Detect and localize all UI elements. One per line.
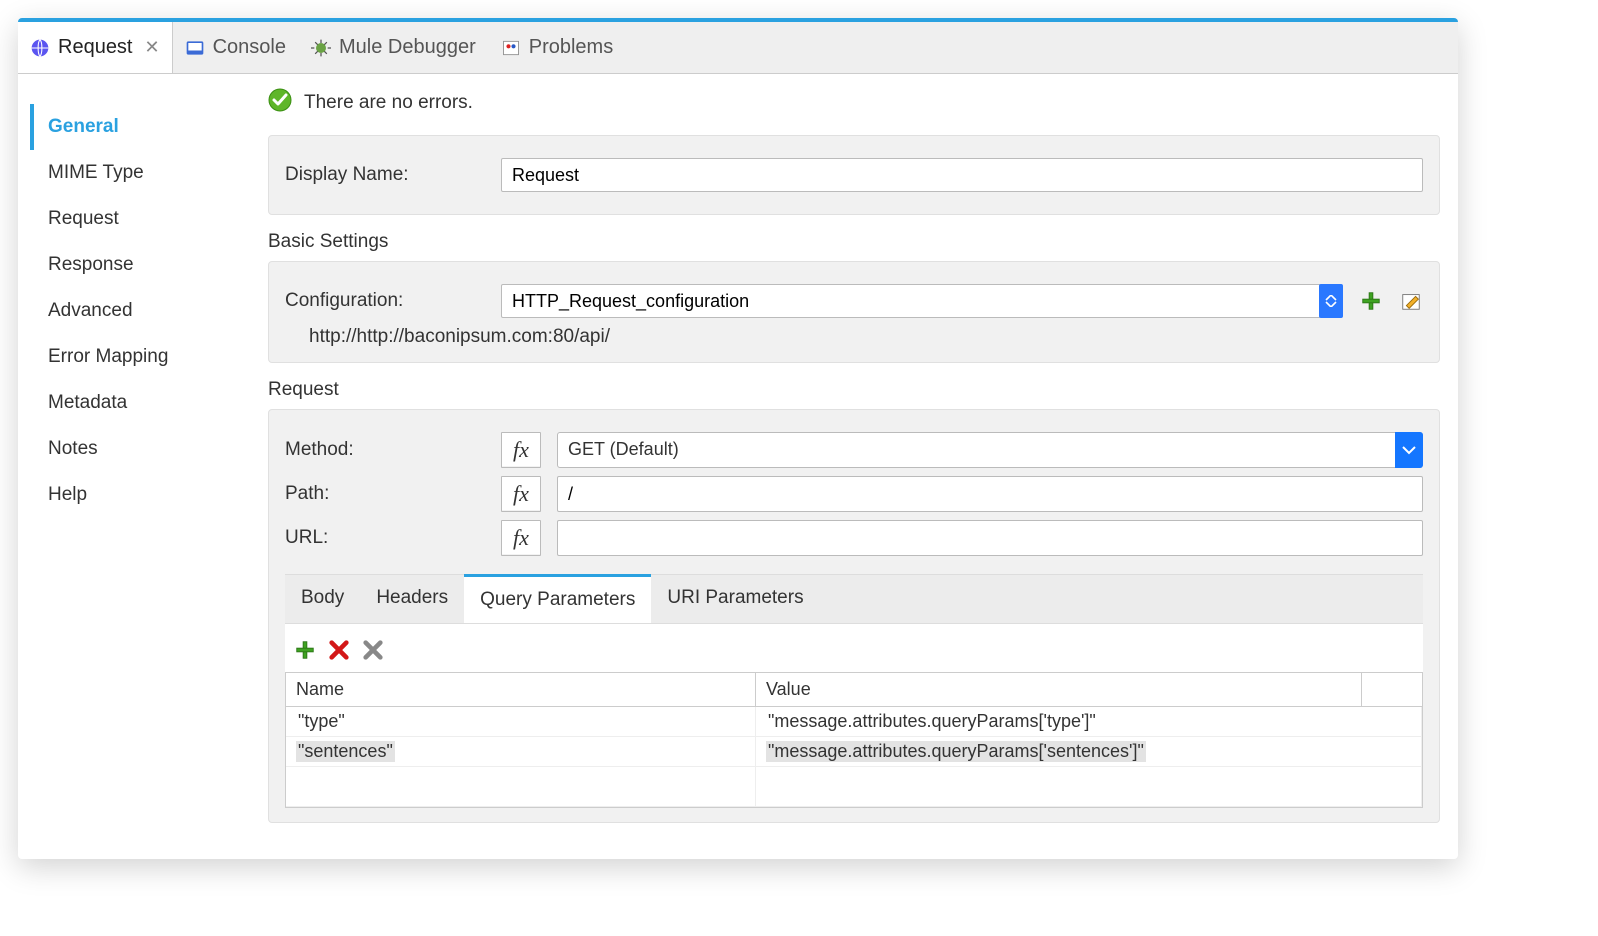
tab-label: Mule Debugger <box>339 36 476 59</box>
table-empty-row <box>286 767 1422 807</box>
edit-configuration-button[interactable] <box>1399 289 1423 313</box>
method-value: GET (Default) <box>557 432 1423 468</box>
request-inner-tabs: Body Headers Query Parameters URI Parame… <box>285 574 1423 624</box>
display-name-group: Display Name: <box>268 135 1440 215</box>
top-tabstrip: Request ✕ Console Mule Debugger Problems <box>18 22 1458 74</box>
method-label: Method: <box>285 439 485 461</box>
sidebar-item-request[interactable]: Request <box>30 196 238 242</box>
param-value[interactable]: "message.attributes.queryParams['type']" <box>766 711 1098 732</box>
configuration-label: Configuration: <box>285 290 485 312</box>
table-row[interactable]: "sentences" "message.attributes.queryPar… <box>286 737 1422 767</box>
success-icon <box>268 88 292 117</box>
sidebar-item-response[interactable]: Response <box>30 242 238 288</box>
clear-params-button[interactable] <box>361 638 385 662</box>
param-value[interactable]: "message.attributes.queryParams['sentenc… <box>766 741 1146 762</box>
inner-tab-body[interactable]: Body <box>285 575 360 623</box>
chevron-down-icon[interactable] <box>1395 432 1423 468</box>
request-group: Method: fx GET (Default) Path: fx UR <box>268 409 1440 823</box>
param-name[interactable]: "type" <box>296 711 347 732</box>
sidebar: General MIME Type Request Response Advan… <box>18 74 250 859</box>
debug-icon <box>311 38 331 58</box>
tab-console[interactable]: Console <box>173 22 299 73</box>
tab-label: Request <box>58 36 133 59</box>
sidebar-item-mime-type[interactable]: MIME Type <box>30 150 238 196</box>
sidebar-item-help[interactable]: Help <box>30 472 238 518</box>
inner-tab-uri-parameters[interactable]: URI Parameters <box>651 575 819 623</box>
configuration-value[interactable] <box>501 284 1321 318</box>
path-input[interactable] <box>557 476 1423 512</box>
params-header-value: Value <box>756 673 1362 706</box>
basic-settings-group: Configuration: http:// <box>268 261 1440 363</box>
remove-param-button[interactable] <box>327 638 351 662</box>
basic-settings-title: Basic Settings <box>268 231 1440 253</box>
params-toolbar <box>285 624 1423 672</box>
method-select[interactable]: GET (Default) <box>557 432 1423 468</box>
add-param-button[interactable] <box>293 638 317 662</box>
console-icon <box>185 38 205 58</box>
tab-request[interactable]: Request ✕ <box>18 22 173 73</box>
main-panel: There are no errors. Display Name: Basic… <box>250 74 1458 859</box>
table-row[interactable]: "type" "message.attributes.queryParams['… <box>286 707 1422 737</box>
tab-problems[interactable]: Problems <box>489 22 626 73</box>
params-header-row: Name Value <box>286 672 1422 707</box>
globe-icon <box>30 38 50 58</box>
tab-label: Console <box>213 36 286 59</box>
tab-mule-debugger[interactable]: Mule Debugger <box>299 22 489 73</box>
param-name[interactable]: "sentences" <box>296 741 395 762</box>
close-icon[interactable]: ✕ <box>145 37 160 58</box>
url-label: URL: <box>285 527 485 549</box>
display-name-label: Display Name: <box>285 164 485 186</box>
configuration-url-preview: http://http://baconipsum.com:80/api/ <box>309 326 1423 348</box>
status-row: There are no errors. <box>250 74 1458 127</box>
params-table: Name Value "type" "message.attributes.qu… <box>285 672 1423 808</box>
sidebar-item-metadata[interactable]: Metadata <box>30 380 238 426</box>
problems-icon <box>501 38 521 58</box>
config-window: Request ✕ Console Mule Debugger Problems <box>18 18 1458 859</box>
inner-tab-headers[interactable]: Headers <box>360 575 464 623</box>
url-input[interactable] <box>557 520 1423 556</box>
fx-button-method[interactable]: fx <box>501 432 541 468</box>
sidebar-item-notes[interactable]: Notes <box>30 426 238 472</box>
request-title: Request <box>268 379 1440 401</box>
display-name-input[interactable] <box>501 158 1423 192</box>
select-stepper-icon[interactable] <box>1319 284 1343 318</box>
sidebar-item-error-mapping[interactable]: Error Mapping <box>30 334 238 380</box>
add-configuration-button[interactable] <box>1359 289 1383 313</box>
configuration-select[interactable] <box>501 284 1343 318</box>
sidebar-item-advanced[interactable]: Advanced <box>30 288 238 334</box>
fx-button-path[interactable]: fx <box>501 476 541 512</box>
inner-tab-query-parameters[interactable]: Query Parameters <box>464 574 651 623</box>
path-label: Path: <box>285 483 485 505</box>
status-message: There are no errors. <box>304 92 473 114</box>
sidebar-item-general[interactable]: General <box>30 104 238 150</box>
params-header-name: Name <box>286 673 756 706</box>
tab-label: Problems <box>529 36 613 59</box>
fx-button-url[interactable]: fx <box>501 520 541 556</box>
